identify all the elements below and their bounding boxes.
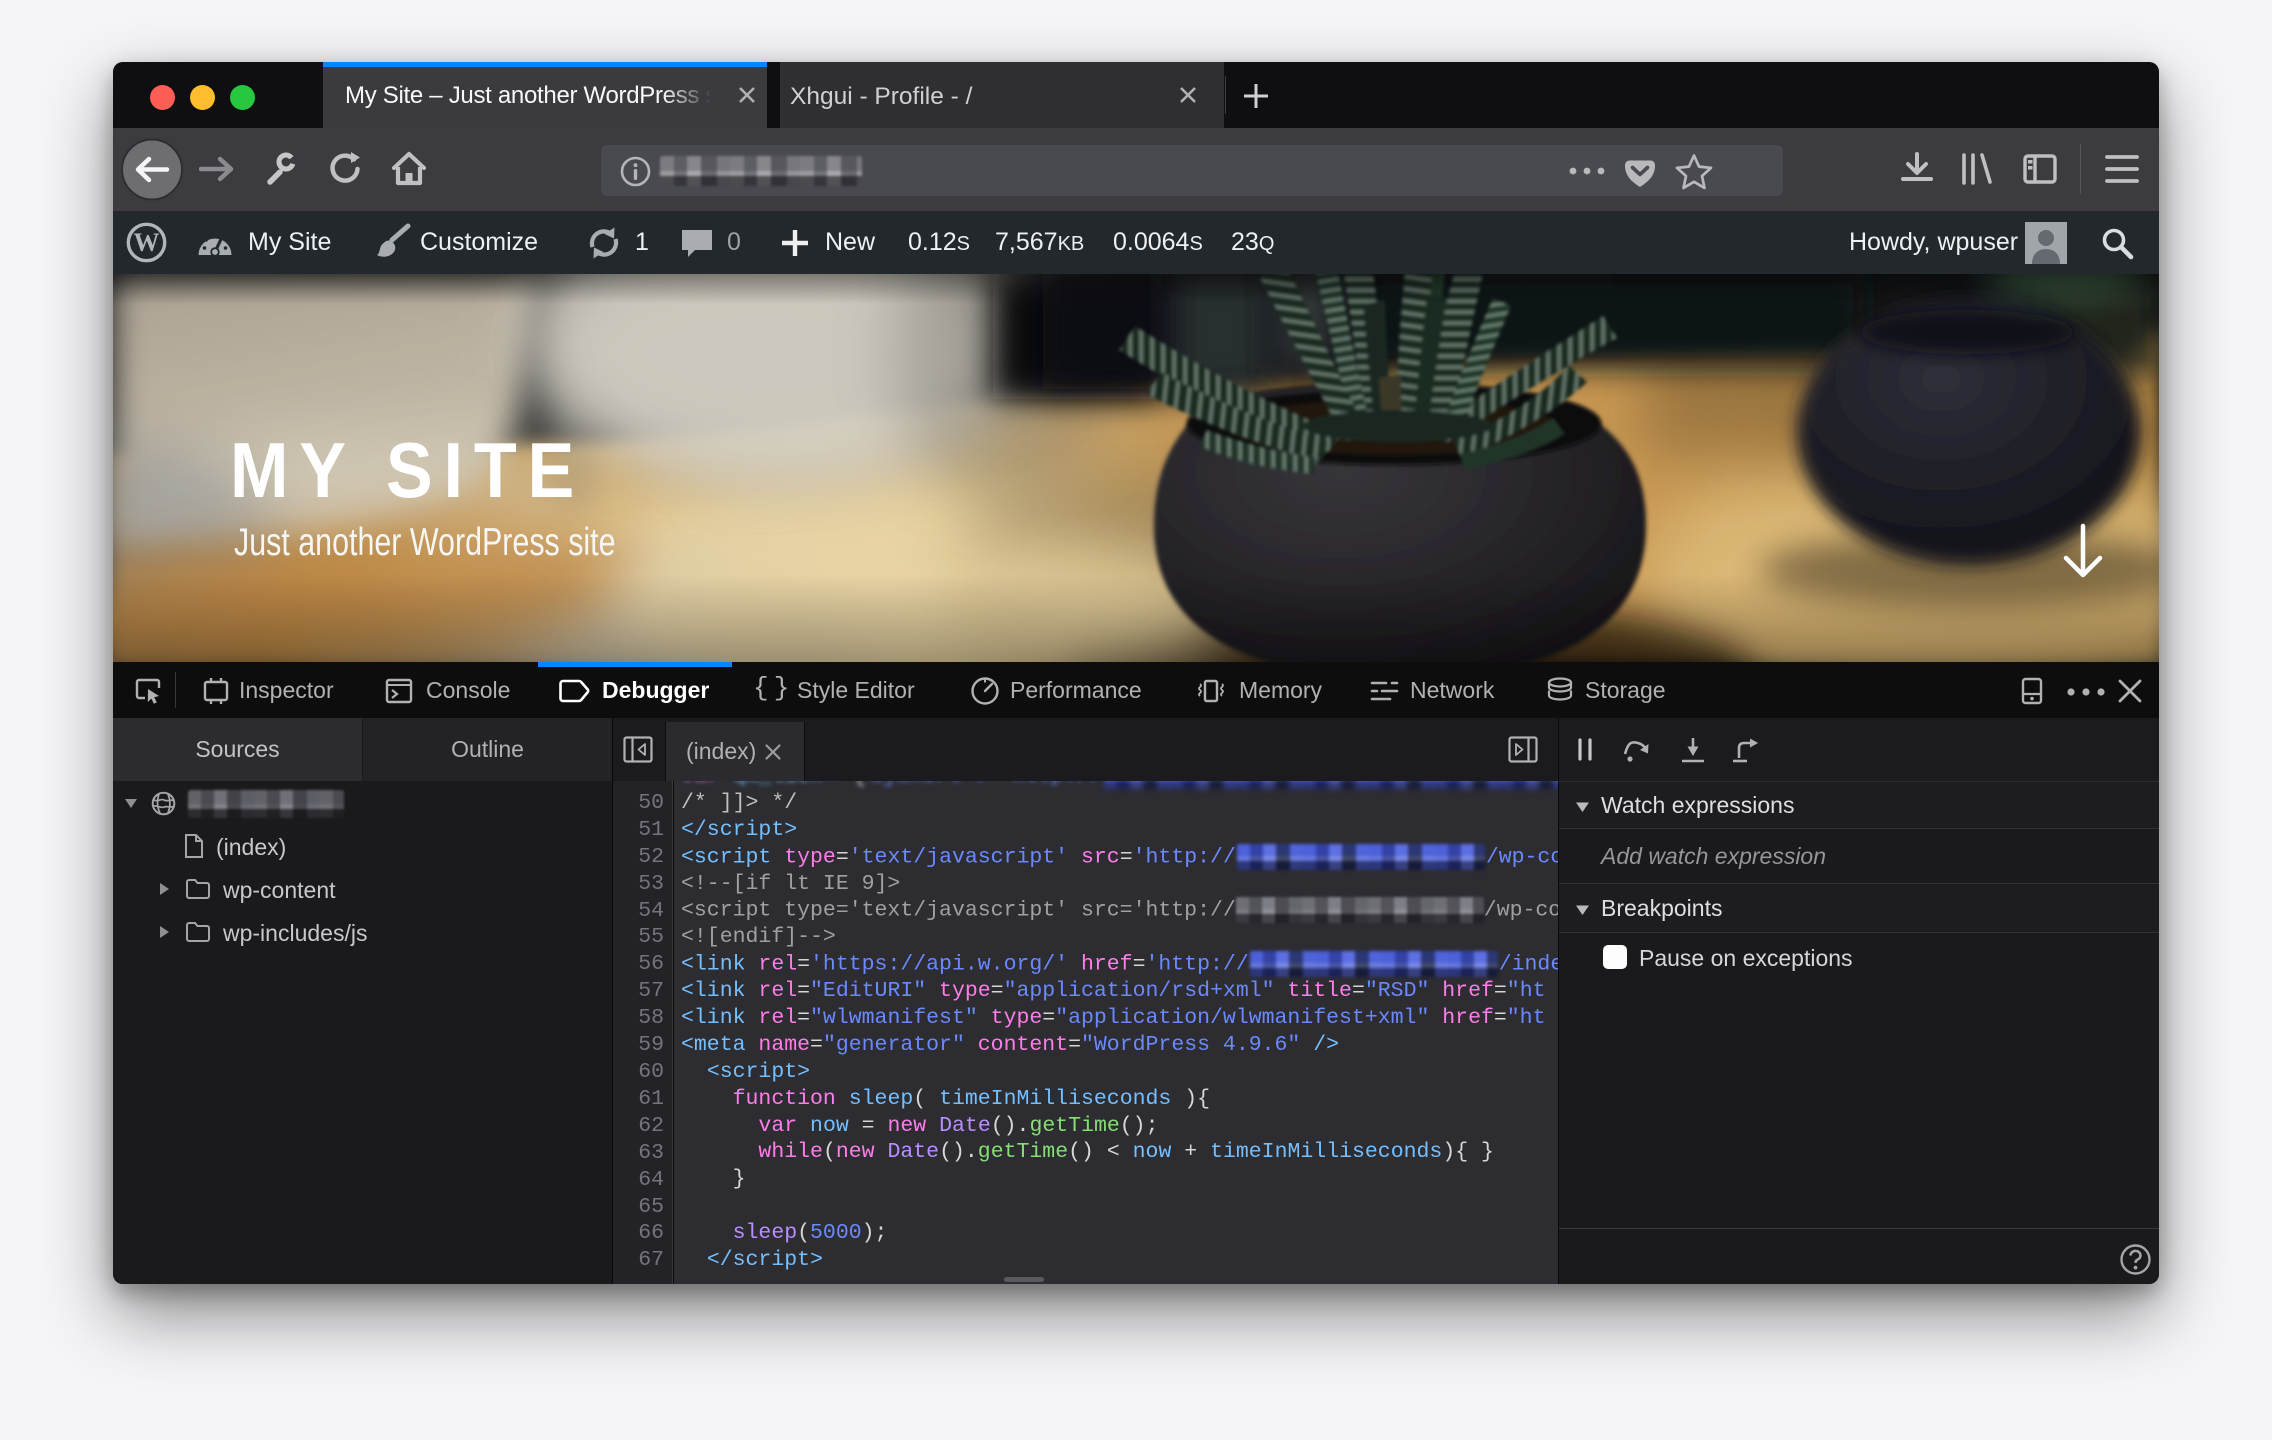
svg-text:W: W	[134, 228, 160, 257]
